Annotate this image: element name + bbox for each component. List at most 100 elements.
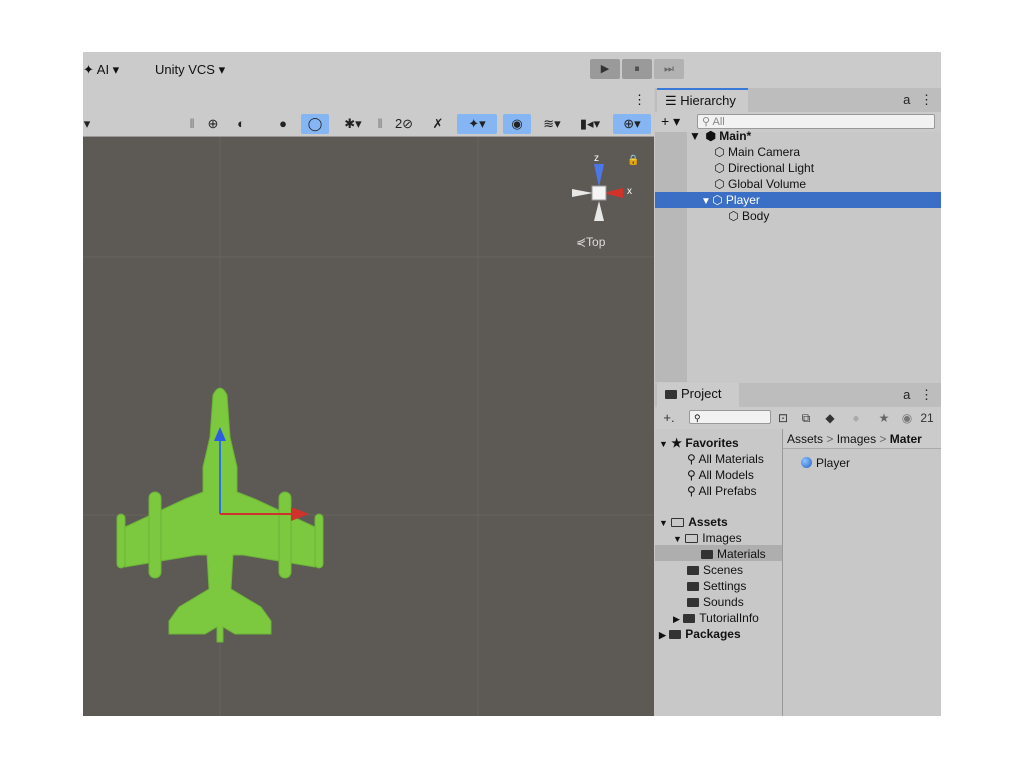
packages-label: Packages	[685, 627, 741, 641]
scene-canvas	[83, 137, 654, 716]
filter-by-label-icon[interactable]: ◆	[821, 409, 839, 427]
project-toolbar: +. ⚲ ⊡ ⧉ ◆ ● ★ ◉ 21	[655, 407, 941, 429]
hidden-packages-eye-icon[interactable]: ◉	[899, 409, 915, 427]
expand-arrow-icon[interactable]: ▼	[659, 439, 668, 449]
2d-toggle-icon[interactable]: 2⊘	[391, 114, 417, 134]
debug-draw-mode-icon[interactable]: ✱▾	[335, 114, 371, 134]
filter-by-type-icon[interactable]: ⧉	[797, 409, 815, 427]
shaded-wireframe-icon[interactable]: ◐	[229, 114, 253, 134]
favorites-label: Favorites	[685, 436, 739, 450]
camera-settings-icon[interactable]: ▮◂▾	[573, 114, 607, 134]
orientation-gizmo[interactable]	[572, 164, 623, 221]
material-sphere-icon	[801, 457, 812, 468]
folder-row-materials[interactable]: Materials	[701, 546, 766, 562]
project-panel: Project a ⋮ +. ⚲ ⊡ ⧉ ◆ ● ★ ◉ 21 ▼ ★ Favo…	[655, 383, 941, 716]
hierarchy-item[interactable]: ⬡ Global Volume	[655, 176, 941, 192]
more-icon[interactable]: ⋮	[920, 92, 933, 107]
lock-icon[interactable]: a	[903, 92, 910, 107]
folder-row[interactable]: ▶ TutorialInfo	[673, 610, 759, 626]
scene-viewport[interactable]: z x 🔒 ⋞Top	[83, 137, 654, 716]
favorite-item[interactable]: ⚲ All Models	[687, 467, 754, 483]
scene-row-main[interactable]: ▼ ⬢Main* ⋮	[655, 128, 941, 144]
favorite-item[interactable]: ⚲ All Prefabs	[687, 483, 757, 499]
pause-button[interactable]: ⏸	[622, 59, 652, 79]
asset-item-label: Player	[816, 456, 851, 470]
lighting-toggle-icon[interactable]: ✗	[425, 114, 451, 134]
hierarchy-item[interactable]: ⬡ Directional Light	[655, 160, 941, 176]
folder-row-images[interactable]: ▼ Images	[673, 530, 742, 546]
star-icon: ★	[671, 436, 683, 450]
view-mode-label[interactable]: ⋞Top	[576, 235, 605, 249]
favorite-item[interactable]: ⚲ All Materials	[687, 451, 764, 467]
favorite-star-icon[interactable]: ★	[875, 409, 893, 427]
ai-menu[interactable]: ✦ AI ▾	[83, 62, 119, 78]
global-view-icon[interactable]: ⊕	[201, 114, 225, 134]
project-tab-label: Project	[681, 386, 722, 401]
hierarchy-item-label: Body	[742, 209, 770, 223]
gizmos-toggle-icon[interactable]: ⊕▾	[613, 114, 651, 134]
unlit-mode-icon[interactable]: ◯	[301, 114, 329, 134]
unity-vcs-menu[interactable]: Unity VCS ▾	[155, 62, 225, 78]
asset-item[interactable]: Player	[801, 455, 850, 471]
shaded-mode-icon[interactable]: ●	[271, 114, 295, 134]
search-icon: ⚲	[702, 116, 713, 128]
favorites-row[interactable]: ▼ ★ Favorites	[659, 435, 739, 451]
search-icon: ⚲	[687, 468, 699, 482]
favorite-item-label: All Models	[698, 468, 754, 482]
gizmo-lock-icon[interactable]: 🔒	[627, 155, 639, 166]
hierarchy-tab-label: Hierarchy	[680, 93, 736, 108]
folder-row[interactable]: Settings	[687, 578, 746, 594]
visibility-toggle-icon[interactable]: ◉	[503, 114, 531, 134]
project-search-input[interactable]: ⚲	[689, 410, 771, 424]
collapse-arrow-icon[interactable]: ▶	[673, 614, 680, 624]
breadcrumb-item[interactable]: Assets	[787, 432, 823, 446]
expand-arrow-icon[interactable]: ▼	[673, 534, 682, 544]
folder-open-icon	[685, 534, 699, 543]
collapse-arrow-icon[interactable]: ▶	[659, 630, 666, 640]
filter-by-log-icon[interactable]: ●	[847, 409, 865, 427]
tab-project[interactable]: Project	[657, 383, 739, 407]
breadcrumb: Assets > Images > Mater	[783, 429, 941, 449]
hierarchy-item-selected[interactable]: ▼⬡ Player	[655, 192, 941, 208]
folder-icon	[669, 630, 682, 639]
folder-label: Sounds	[703, 595, 744, 609]
expand-arrow-icon[interactable]: ▼	[689, 129, 704, 143]
breadcrumb-item-current[interactable]: Mater	[890, 432, 922, 446]
gizmo-x-label: x	[627, 186, 632, 197]
assets-row[interactable]: ▼ Assets	[659, 514, 728, 530]
create-asset-button[interactable]: +.	[661, 409, 677, 427]
toolbar-overflow-arrow-icon[interactable]: ▾	[83, 114, 91, 134]
layers-icon[interactable]: ≋▾	[535, 114, 569, 134]
folder-row[interactable]: Scenes	[687, 562, 743, 578]
step-button[interactable]: ⏭	[654, 59, 684, 79]
search-icon: ⚲	[687, 452, 699, 466]
tab-hierarchy[interactable]: ☰ Hierarchy	[657, 88, 748, 112]
project-folder-tree: ▼ ★ Favorites ⚲ All Materials ⚲ All Mode…	[655, 429, 783, 716]
lock-icon[interactable]: a	[903, 387, 910, 402]
play-button[interactable]: ▶	[590, 59, 620, 79]
folder-open-icon	[671, 518, 685, 527]
unity-scene-icon: ⬢	[705, 129, 716, 143]
hierarchy-search-input[interactable]: ⚲ All	[697, 114, 935, 129]
gameobject-cube-icon: ⬡	[712, 193, 723, 207]
hierarchy-item[interactable]: ⬡ Main Camera	[655, 144, 941, 160]
toolbar-separator-icon: ‖	[189, 116, 195, 131]
expand-arrow-icon[interactable]: ▼	[659, 518, 668, 528]
search-by-type-icon[interactable]: ⊡	[775, 409, 791, 427]
hierarchy-item-label: Directional Light	[728, 161, 815, 175]
more-icon[interactable]: ⋮	[920, 387, 933, 402]
hierarchy-item-label: Main Camera	[728, 145, 801, 159]
scene-name: Main*	[719, 129, 752, 143]
breadcrumb-item[interactable]: Images	[837, 432, 876, 446]
expand-arrow-icon[interactable]: ▼	[701, 196, 711, 207]
scene-tab-header: ⋮	[83, 88, 654, 112]
effects-toggle-icon[interactable]: ✦▾	[457, 114, 497, 134]
packages-row[interactable]: ▶ Packages	[659, 626, 741, 642]
folder-icon	[687, 566, 699, 575]
hierarchy-item-label: Player	[725, 193, 760, 207]
x-axis-arrow-icon	[291, 507, 309, 521]
hierarchy-item[interactable]: ⬡ Body	[655, 208, 941, 224]
scene-more-icon[interactable]: ⋮	[633, 92, 646, 108]
folder-row[interactable]: Sounds	[687, 594, 744, 610]
hierarchy-list-icon: ☰	[665, 93, 681, 108]
